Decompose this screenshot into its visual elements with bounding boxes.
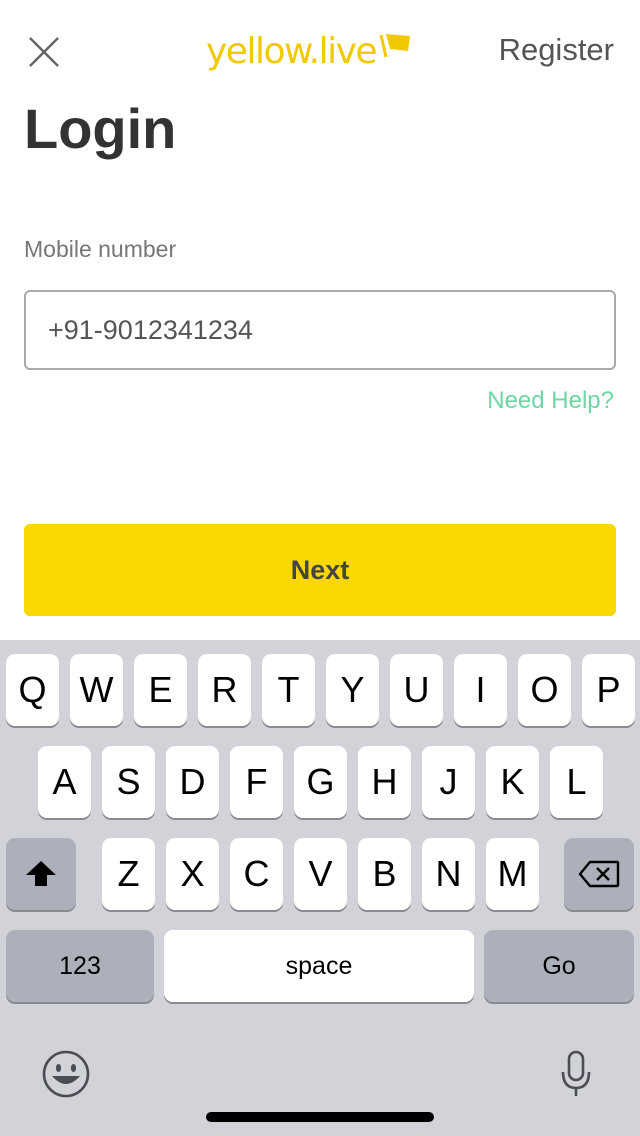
close-icon bbox=[29, 37, 59, 67]
go-key[interactable]: Go bbox=[484, 930, 634, 1002]
flag-icon bbox=[379, 34, 411, 58]
on-screen-keyboard: Q W E R T Y U I O P A S D F G H J K L Z … bbox=[0, 640, 640, 1136]
numbers-key[interactable]: 123 bbox=[6, 930, 154, 1002]
key[interactable]: K bbox=[486, 746, 539, 818]
key[interactable]: E bbox=[134, 654, 187, 726]
close-button[interactable] bbox=[24, 32, 64, 72]
home-indicator bbox=[206, 1112, 434, 1122]
key[interactable]: M bbox=[486, 838, 539, 910]
need-help-link[interactable]: Need Help? bbox=[487, 387, 614, 415]
register-link[interactable]: Register bbox=[499, 32, 614, 68]
microphone-button[interactable] bbox=[558, 1048, 594, 1100]
key[interactable]: F bbox=[230, 746, 283, 818]
key[interactable]: U bbox=[390, 654, 443, 726]
key[interactable]: V bbox=[294, 838, 347, 910]
key[interactable]: Q bbox=[6, 654, 59, 726]
key[interactable]: A bbox=[38, 746, 91, 818]
microphone-icon bbox=[561, 1050, 591, 1096]
key[interactable]: N bbox=[422, 838, 475, 910]
mobile-number-label: Mobile number bbox=[24, 236, 177, 262]
key[interactable]: X bbox=[166, 838, 219, 910]
backspace-icon bbox=[578, 860, 620, 888]
mobile-number-input[interactable] bbox=[24, 290, 616, 370]
key[interactable]: L bbox=[550, 746, 603, 818]
page-title: Login bbox=[24, 97, 177, 160]
key[interactable]: I bbox=[454, 654, 507, 726]
space-key[interactable]: space bbox=[164, 930, 474, 1002]
key[interactable]: S bbox=[102, 746, 155, 818]
emoji-icon bbox=[42, 1050, 90, 1098]
shift-icon bbox=[26, 861, 56, 886]
shift-key[interactable] bbox=[6, 838, 76, 910]
key[interactable]: R bbox=[198, 654, 251, 726]
emoji-button[interactable] bbox=[40, 1048, 92, 1100]
key[interactable]: W bbox=[70, 654, 123, 726]
key[interactable]: P bbox=[582, 654, 635, 726]
key[interactable]: Y bbox=[326, 654, 379, 726]
backspace-key[interactable] bbox=[564, 838, 634, 910]
key[interactable]: G bbox=[294, 746, 347, 818]
key[interactable]: J bbox=[422, 746, 475, 818]
key[interactable]: T bbox=[262, 654, 315, 726]
next-button[interactable]: Next bbox=[24, 524, 616, 616]
key[interactable]: C bbox=[230, 838, 283, 910]
key[interactable]: O bbox=[518, 654, 571, 726]
yellow-live-logo: yellow.live bbox=[206, 26, 412, 76]
key[interactable]: Z bbox=[102, 838, 155, 910]
key[interactable]: H bbox=[358, 746, 411, 818]
key[interactable]: B bbox=[358, 838, 411, 910]
logo-text: yellow.live bbox=[206, 30, 378, 72]
key[interactable]: D bbox=[166, 746, 219, 818]
